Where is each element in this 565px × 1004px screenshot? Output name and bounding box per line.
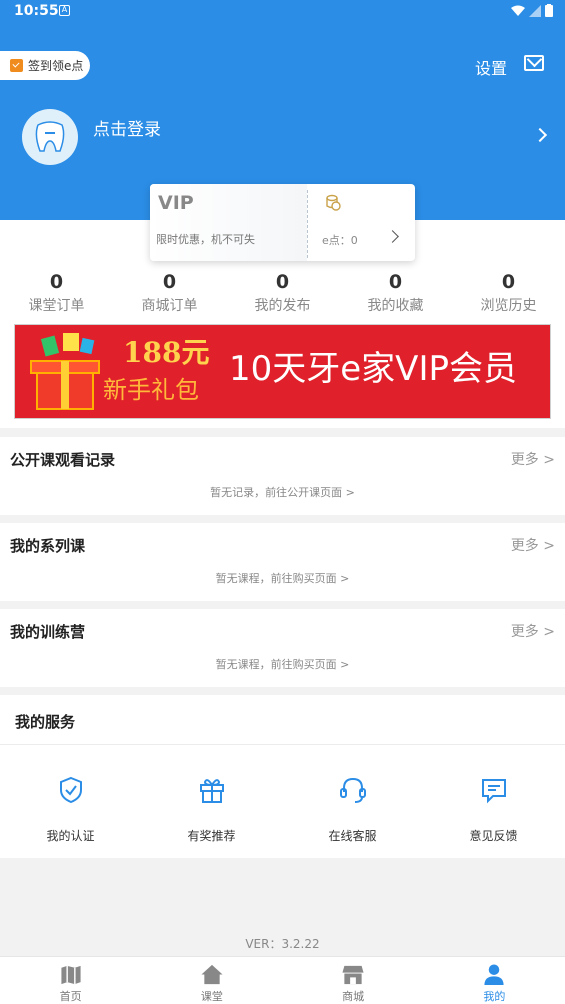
wifi-icon xyxy=(511,5,525,16)
profile-screen: 10:55 A 签到领e点 设置 点击登录 VIP 限时优惠，机不可失 e点：0… xyxy=(0,0,565,1004)
service-label: 我的认证 xyxy=(46,829,95,843)
gift-box-icon xyxy=(30,333,100,410)
status-icons xyxy=(511,4,553,17)
vip-title: VIP xyxy=(158,192,194,214)
section-title: 我的系列课 xyxy=(10,537,86,555)
stats-row: 0 课堂订单 0 商城订单 0 我的发布 0 我的收藏 0 浏览历史 xyxy=(0,270,565,316)
login-link[interactable]: 点击登录 xyxy=(93,115,161,140)
services-panel: 我的服务 我的认证 有奖推荐 在线客服 意见反馈 xyxy=(0,695,565,858)
tab-label: 课堂 xyxy=(200,990,223,1003)
battery-icon xyxy=(545,4,553,17)
service-verification[interactable]: 我的认证 xyxy=(0,775,141,844)
stat-value: 0 xyxy=(388,271,403,293)
vip-card[interactable]: VIP 限时优惠，机不可失 e点：0 xyxy=(150,184,415,261)
section-open-class-history: 公开课观看记录 更多 > 暂无记录，前往公开课页面 > xyxy=(0,437,565,515)
stat-label: 商城订单 xyxy=(141,298,198,314)
chevron-right-icon[interactable] xyxy=(532,127,548,143)
stat-favorites[interactable]: 0 我的收藏 xyxy=(339,270,452,316)
services-grid: 我的认证 有奖推荐 在线客服 意见反馈 xyxy=(0,775,565,844)
more-link[interactable]: 更多 > xyxy=(511,621,555,641)
status-time: 10:55 xyxy=(14,3,59,19)
stat-value: 0 xyxy=(49,271,64,293)
feedback-icon xyxy=(481,779,506,804)
version-label: VER：3.2.22 xyxy=(245,937,320,951)
section-title: 我的训练营 xyxy=(10,623,86,641)
stat-label: 我的发布 xyxy=(254,298,311,314)
headset-icon xyxy=(339,777,366,803)
tab-store[interactable]: 商城 xyxy=(283,957,424,1004)
section-title: 公开课观看记录 xyxy=(10,451,116,469)
stat-class-orders[interactable]: 0 课堂订单 xyxy=(0,270,113,316)
points-label: e点：0 xyxy=(322,234,358,247)
service-feedback[interactable]: 意见反馈 xyxy=(423,775,564,844)
home-icon xyxy=(201,964,223,985)
service-referral[interactable]: 有奖推荐 xyxy=(141,775,282,844)
service-label: 在线客服 xyxy=(328,829,377,843)
service-label: 意见反馈 xyxy=(469,829,518,843)
stat-shop-orders[interactable]: 0 商城订单 xyxy=(113,270,226,316)
mail-icon[interactable] xyxy=(524,55,544,71)
banner-price: 188元 xyxy=(123,336,210,369)
more-link[interactable]: 更多 > xyxy=(511,535,555,555)
service-support[interactable]: 在线客服 xyxy=(282,775,423,844)
settings-button[interactable]: 设置 xyxy=(475,55,507,79)
section-my-camp: 我的训练营 更多 > 暂无课程，前往购买页面 > xyxy=(0,609,565,687)
tab-label: 商城 xyxy=(342,990,365,1003)
map-icon xyxy=(61,965,81,985)
gift-icon xyxy=(199,779,224,803)
stat-my-posts[interactable]: 0 我的发布 xyxy=(226,270,339,316)
stat-label: 我的收藏 xyxy=(367,298,424,314)
service-label: 有奖推荐 xyxy=(187,829,236,843)
person-icon xyxy=(484,964,504,986)
stat-history[interactable]: 0 浏览历史 xyxy=(452,270,565,316)
coins-icon xyxy=(326,194,341,211)
calendar-check-icon xyxy=(10,59,23,72)
notification-a-icon: A xyxy=(59,5,70,16)
stat-value: 0 xyxy=(501,271,516,293)
empty-link[interactable]: 暂无记录，前往公开课页面 > xyxy=(0,484,565,500)
section-my-series: 我的系列课 更多 > 暂无课程，前往购买页面 > xyxy=(0,523,565,601)
stat-label: 浏览历史 xyxy=(480,298,537,314)
vip-section[interactable]: VIP 限时优惠，机不可失 xyxy=(150,184,307,261)
signal-icon xyxy=(529,4,541,17)
services-title: 我的服务 xyxy=(15,713,76,731)
shield-check-icon xyxy=(59,776,82,804)
promo-banner[interactable]: 188元 新手礼包 10天牙e家VIP会员 xyxy=(14,324,551,419)
status-bar: 10:55 A xyxy=(0,0,565,24)
tab-label: 我的 xyxy=(483,990,506,1003)
more-link[interactable]: 更多 > xyxy=(511,449,555,469)
stat-value: 0 xyxy=(162,271,177,293)
stat-label: 课堂订单 xyxy=(28,298,85,314)
stat-value: 0 xyxy=(275,271,290,293)
signin-button[interactable]: 签到领e点 xyxy=(0,51,90,80)
banner-gift-label: 新手礼包 xyxy=(103,376,199,404)
vip-subtitle: 限时优惠，机不可失 xyxy=(156,233,255,246)
divider xyxy=(0,744,565,745)
signin-label: 签到领e点 xyxy=(28,59,84,73)
bottom-tab-bar: 首页 课堂 商城 我的 xyxy=(0,956,565,1004)
chevron-right-icon[interactable] xyxy=(386,230,399,243)
store-icon xyxy=(342,965,364,985)
empty-link[interactable]: 暂无课程，前往购买页面 > xyxy=(0,570,565,586)
avatar[interactable] xyxy=(22,109,78,165)
tab-classroom[interactable]: 课堂 xyxy=(141,957,282,1004)
tab-home[interactable]: 首页 xyxy=(0,957,141,1004)
tooth-logo-icon xyxy=(35,121,65,152)
tab-label: 首页 xyxy=(59,990,82,1003)
tab-mine[interactable]: 我的 xyxy=(424,957,565,1004)
vip-divider xyxy=(307,190,308,258)
banner-vip-text: 10天牙e家VIP会员 xyxy=(229,349,517,389)
empty-link[interactable]: 暂无课程，前往购买页面 > xyxy=(0,656,565,672)
